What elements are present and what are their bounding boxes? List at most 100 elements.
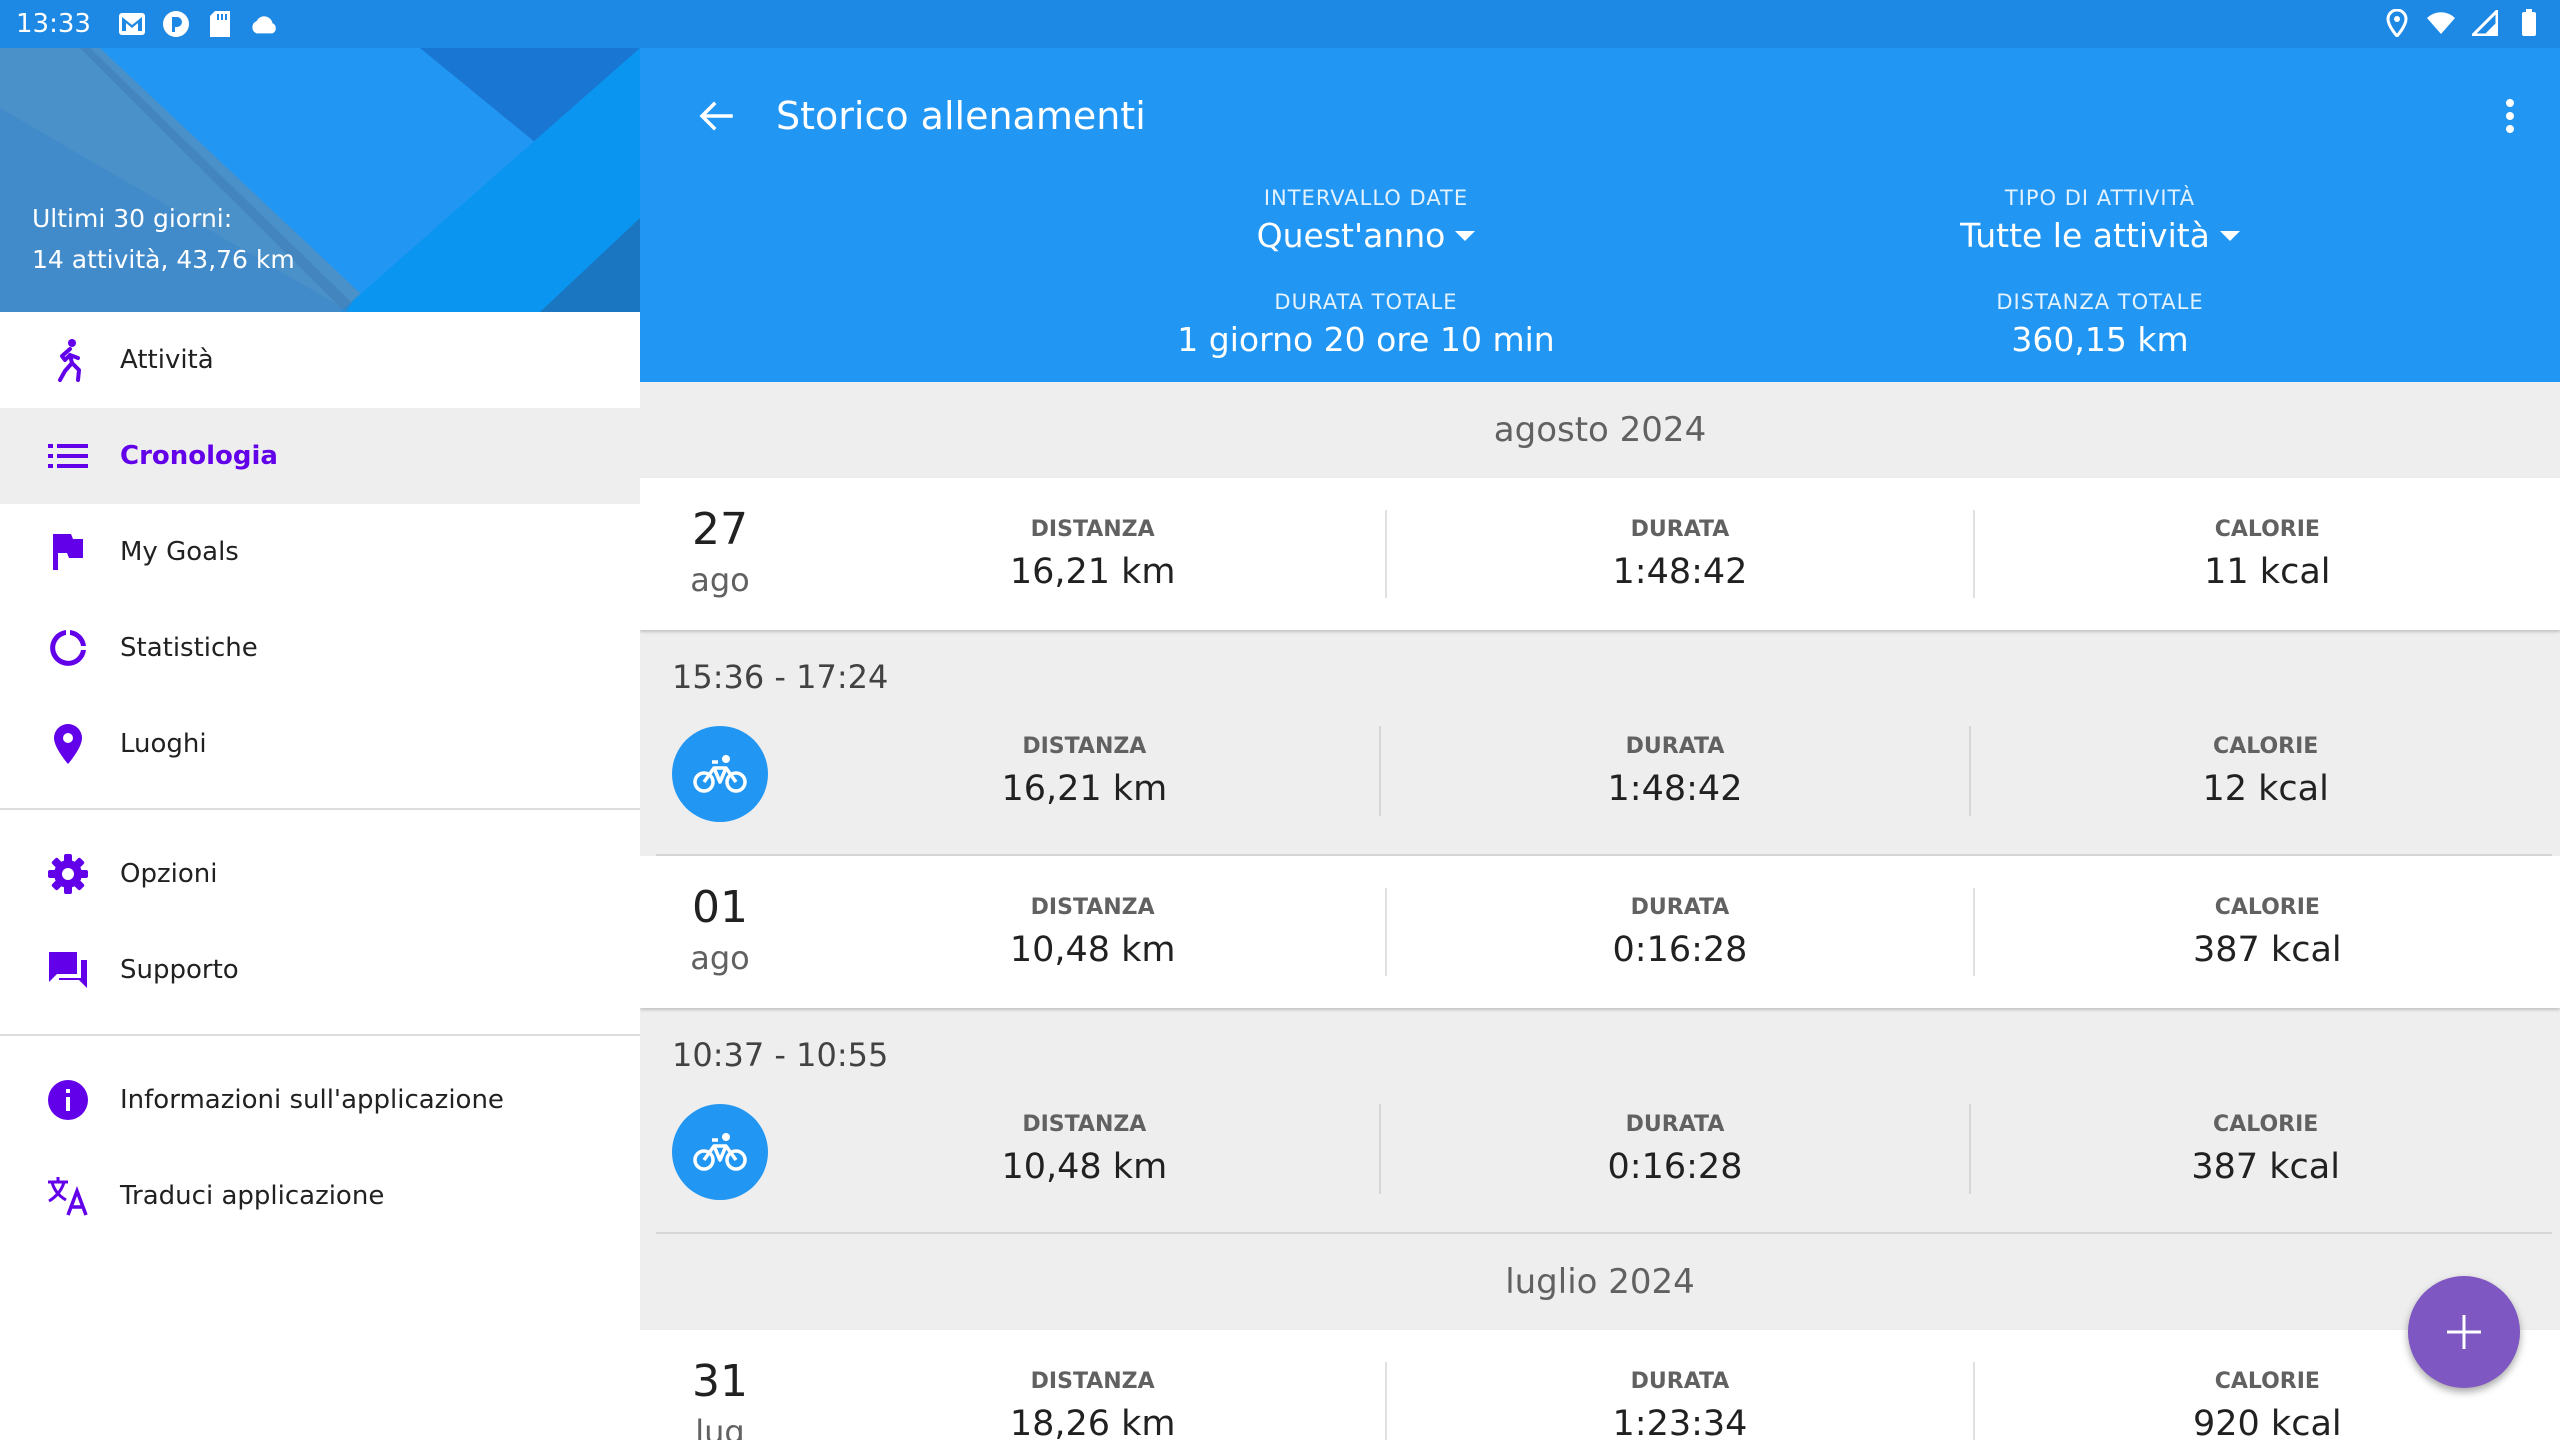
translate-icon xyxy=(44,1172,92,1220)
drawer-item-label: Informazioni sull'applicazione xyxy=(120,1085,504,1115)
day-calories: CALORIE 11 kcal xyxy=(1972,510,2560,598)
date-range-filter[interactable]: INTERVALLO DATE Quest'anno xyxy=(966,186,1766,255)
calories-value: 387 kcal xyxy=(2191,1146,2340,1187)
plus-icon xyxy=(2447,1315,2481,1349)
drawer-item-label: Statistiche xyxy=(120,633,258,663)
distance-label: DISTANZA xyxy=(1022,1111,1147,1137)
total-duration-value: 1 giorno 20 ore 10 min xyxy=(1177,320,1555,359)
day-month: lug xyxy=(695,1413,745,1440)
day-summary-row[interactable]: 27 ago DISTANZA 16,21 km DURATA 1:48:42 CALORI… xyxy=(640,478,2560,630)
history-list[interactable]: agosto 2024 27 ago DISTANZA 16,21 km DURATA 1:… xyxy=(640,382,2560,1440)
activity-stats: DISTANZA 10,48 km DURATA 0:16:28 CALORIE 387 … xyxy=(790,1104,2560,1194)
drawer-header: Ultimi 30 giorni: 14 attività, 43,76 km xyxy=(0,48,640,312)
drawer-item-cronologia[interactable]: Cronologia xyxy=(0,408,640,504)
drawer-item-traduci-applicazione[interactable]: Traduci applicazione xyxy=(0,1148,640,1244)
date-range-value: Quest'anno xyxy=(1256,216,1446,255)
duration-value: 1:48:42 xyxy=(1607,768,1743,809)
distance-value: 10,48 km xyxy=(1009,929,1176,970)
day-distance: DISTANZA 18,26 km xyxy=(800,1362,1385,1440)
run-icon xyxy=(44,336,92,384)
sd-card-icon xyxy=(205,9,235,39)
drawer-item-label: Supporto xyxy=(120,955,239,985)
drawer-summary-totals: 14 attività, 43,76 km xyxy=(32,245,295,274)
navigation-drawer: Ultimi 30 giorni: 14 attività, 43,76 km … xyxy=(0,48,640,1440)
drawer-item-luoghi[interactable]: Luoghi xyxy=(0,696,640,792)
activity-type-filter[interactable]: TIPO DI ATTIVITÀ Tutte le attività xyxy=(1700,186,2500,255)
duration-value: 1:48:42 xyxy=(1612,551,1748,592)
drawer-menu: Attività Cronologia My Goals Statistiche Luo… xyxy=(0,312,640,1244)
drawer-item-label: Luoghi xyxy=(120,729,207,759)
day-date: 01 ago xyxy=(640,882,800,982)
activity-row[interactable]: 15:36 - 17:24 DISTANZA 16,21 km DURATA 1:48:… xyxy=(640,630,2560,854)
activity-stats: DISTANZA 16,21 km DURATA 1:48:42 CALORIE 12 k… xyxy=(790,726,2560,816)
activity-distance: DISTANZA 10,48 km xyxy=(790,1104,1379,1194)
day-number: 01 xyxy=(692,882,748,933)
location-pin-icon xyxy=(44,720,92,768)
calories-value: 11 kcal xyxy=(2204,551,2331,592)
bike-icon xyxy=(672,726,768,822)
donut-chart-icon xyxy=(44,624,92,672)
day-month: ago xyxy=(690,561,750,599)
day-stats: DISTANZA 18,26 km DURATA 1:23:34 CALORIE 920 … xyxy=(800,1362,2560,1440)
activity-row[interactable]: 10:37 - 10:55 DISTANZA 10,48 km DURATA 0:16:… xyxy=(640,1008,2560,1232)
distance-value: 16,21 km xyxy=(1009,551,1176,592)
calories-label: CALORIE xyxy=(2213,733,2319,759)
drawer-item-supporto[interactable]: Supporto xyxy=(0,922,640,1018)
distance-value: 16,21 km xyxy=(1001,768,1168,809)
day-summary-row[interactable]: 31 lug DISTANZA 18,26 km DURATA 1:23:34 CALORI… xyxy=(640,1330,2560,1440)
activity-type-value: Tutte le attività xyxy=(1960,216,2210,255)
drawer-item-opzioni[interactable]: Opzioni xyxy=(0,826,640,922)
day-stats: DISTANZA 16,21 km DURATA 1:48:42 CALORIE 11 k… xyxy=(800,510,2560,598)
back-button[interactable] xyxy=(688,88,744,144)
chat-icon xyxy=(44,946,92,994)
distance-value: 10,48 km xyxy=(1001,1146,1168,1187)
total-duration: DURATA TOTALE 1 giorno 20 ore 10 min xyxy=(966,290,1766,359)
activity-duration: DURATA 1:48:42 xyxy=(1378,726,1970,816)
status-time: 13:33 xyxy=(16,9,91,39)
activity-distance: DISTANZA 16,21 km xyxy=(790,726,1379,816)
drawer-item-statistiche[interactable]: Statistiche xyxy=(0,600,640,696)
info-icon xyxy=(44,1076,92,1124)
day-distance: DISTANZA 10,48 km xyxy=(800,888,1385,976)
drawer-item-attivit[interactable]: Attività xyxy=(0,312,640,408)
cloud-icon xyxy=(249,9,279,39)
calories-label: CALORIE xyxy=(2214,516,2320,542)
more-vert-icon xyxy=(2506,99,2514,133)
bike-icon xyxy=(672,1104,768,1200)
distance-label: DISTANZA xyxy=(1022,733,1147,759)
day-month: ago xyxy=(690,939,750,977)
drawer-summary-period: Ultimi 30 giorni: xyxy=(32,204,233,233)
day-date: 31 lug xyxy=(640,1356,800,1440)
total-distance: DISTANZA TOTALE 360,15 km xyxy=(1700,290,2500,359)
duration-label: DURATA xyxy=(1630,1368,1730,1394)
total-distance-label: DISTANZA TOTALE xyxy=(1996,290,2204,314)
more-options-button[interactable] xyxy=(2482,88,2538,144)
calories-value: 387 kcal xyxy=(2193,929,2342,970)
list-icon xyxy=(44,432,92,480)
day-distance: DISTANZA 16,21 km xyxy=(800,510,1385,598)
calories-value: 920 kcal xyxy=(2193,1403,2342,1440)
activity-calories: CALORIE 12 kcal xyxy=(1969,726,2560,816)
calories-label: CALORIE xyxy=(2213,1111,2319,1137)
activity-time-range: 15:36 - 17:24 xyxy=(672,658,889,696)
add-workout-button[interactable] xyxy=(2408,1276,2520,1388)
day-duration: DURATA 0:16:28 xyxy=(1385,888,1972,976)
drawer-item-label: My Goals xyxy=(120,537,239,567)
drawer-item-label: Traduci applicazione xyxy=(120,1181,385,1211)
day-calories: CALORIE 387 kcal xyxy=(1972,888,2560,976)
total-distance-value: 360,15 km xyxy=(2011,320,2189,359)
month-header: luglio 2024 xyxy=(1505,1262,1695,1302)
duration-value: 0:16:28 xyxy=(1612,929,1748,970)
duration-value: 0:16:28 xyxy=(1607,1146,1743,1187)
drawer-item-label: Cronologia xyxy=(120,441,278,471)
day-duration: DURATA 1:23:34 xyxy=(1385,1362,1972,1440)
page-title: Storico allenamenti xyxy=(776,94,1146,138)
drawer-item-informazioni-sull-applicazione[interactable]: Informazioni sull'applicazione xyxy=(0,1052,640,1148)
battery-icon xyxy=(2514,8,2544,38)
month-header: agosto 2024 xyxy=(1493,410,1707,450)
day-summary-row[interactable]: 01 ago DISTANZA 10,48 km DURATA 0:16:28 CALORI… xyxy=(640,856,2560,1008)
drawer-item-my-goals[interactable]: My Goals xyxy=(0,504,640,600)
activity-duration: DURATA 0:16:28 xyxy=(1378,1104,1970,1194)
calories-value: 12 kcal xyxy=(2202,768,2329,809)
duration-label: DURATA xyxy=(1630,894,1730,920)
